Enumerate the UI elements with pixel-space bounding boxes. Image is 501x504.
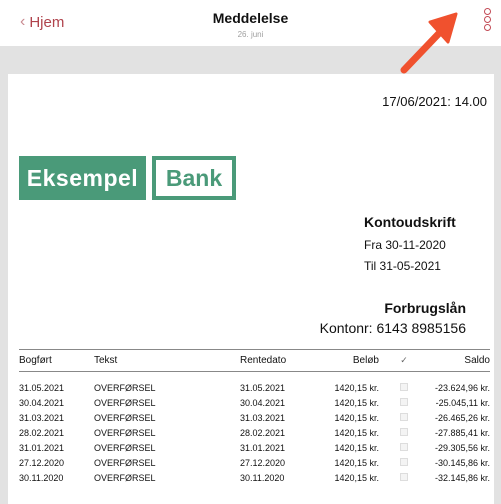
table-row: 28.02.2021 OVERFØRSEL 28.02.2021 1420,15 kr…	[19, 425, 490, 440]
cell-amount: 1420,15 kr.	[334, 442, 379, 453]
cell-check	[379, 425, 429, 440]
statement-document: 17/06/2021: 14.00 Eksempel Bank Kontouds…	[8, 74, 494, 504]
table-row: 30.04.2021 OVERFØRSEL 30.04.2021 1420,15 kr…	[19, 395, 490, 410]
cell-value-date: 31.01.2021	[240, 442, 286, 453]
cell-booked: 28.02.2021	[19, 427, 65, 438]
more-options-button[interactable]	[484, 8, 491, 31]
more-dot-icon	[484, 24, 491, 31]
cell-balance: -23.624,96 kr.	[434, 382, 490, 393]
cell-check	[379, 455, 429, 470]
cell-check	[379, 440, 429, 455]
logo-frame: Bank	[152, 156, 236, 200]
cell-amount: 1420,15 kr.	[334, 457, 379, 468]
account-number: Kontonr: 6143 8985156	[319, 320, 466, 336]
cell-booked: 31.01.2021	[19, 442, 65, 453]
cell-value-date: 30.04.2021	[240, 397, 286, 408]
cell-check	[379, 410, 429, 425]
red-arrow-icon	[400, 12, 458, 74]
cell-balance: -29.305,56 kr.	[434, 442, 490, 453]
cell-check	[379, 470, 429, 485]
cell-text: OVERFØRSEL	[94, 472, 156, 483]
period-to: Til 31-05-2021	[364, 259, 441, 273]
check-icon: ✓	[400, 355, 408, 365]
cell-check	[379, 395, 429, 410]
cell-value-date: 27.12.2020	[240, 457, 286, 468]
cell-balance: -27.885,41 kr.	[434, 427, 490, 438]
table-row: 31.01.2021 OVERFØRSEL 31.01.2021 1420,15 kr…	[19, 440, 490, 455]
cell-text: OVERFØRSEL	[94, 412, 156, 423]
row-checkbox[interactable]	[400, 427, 408, 436]
more-dot-icon	[484, 8, 491, 15]
cell-amount: 1420,15 kr.	[334, 427, 379, 438]
cell-text: OVERFØRSEL	[94, 427, 156, 438]
header-booked: Bogført	[19, 349, 94, 372]
cell-text: OVERFØRSEL	[94, 457, 156, 468]
cell-text: OVERFØRSEL	[94, 442, 156, 453]
cell-balance: -30.145,86 kr.	[434, 457, 490, 468]
cell-booked: 31.03.2021	[19, 412, 65, 423]
row-checkbox[interactable]	[400, 382, 408, 391]
header-amount: Beløb	[320, 349, 379, 372]
row-checkbox[interactable]	[400, 472, 408, 481]
period-from: Fra 30-11-2020	[364, 238, 446, 252]
cell-booked: 30.11.2020	[19, 472, 64, 483]
row-checkbox[interactable]	[400, 457, 408, 466]
logo-part-bank: Bank	[156, 160, 232, 196]
table-row: 27.12.2020 OVERFØRSEL 27.12.2020 1420,15 kr…	[19, 455, 490, 470]
table-row: 30.11.2020 OVERFØRSEL 30.11.2020 1420,15 kr…	[19, 470, 490, 485]
table-row: 31.05.2021 OVERFØRSEL 31.05.2021 1420,15 kr…	[19, 372, 490, 396]
row-checkbox[interactable]	[400, 442, 408, 451]
cell-amount: 1420,15 kr.	[334, 472, 379, 483]
cell-booked: 27.12.2020	[19, 457, 65, 468]
cell-value-date: 31.03.2021	[240, 412, 286, 423]
cell-value-date: 28.02.2021	[240, 427, 286, 438]
cell-amount: 1420,15 kr.	[334, 382, 379, 393]
cell-booked: 30.04.2021	[19, 397, 65, 408]
cell-booked: 31.05.2021	[19, 382, 65, 393]
cell-amount: 1420,15 kr.	[334, 397, 379, 408]
cell-check	[379, 372, 429, 396]
logo-part-eksempel: Eksempel	[19, 156, 146, 200]
cell-balance: -26.465,26 kr.	[434, 412, 490, 423]
cell-text: OVERFØRSEL	[94, 397, 156, 408]
header-text: Tekst	[94, 349, 240, 372]
statement-datetime: 17/06/2021: 14.00	[382, 94, 487, 109]
cell-balance: -32.145,86 kr.	[434, 472, 490, 483]
cell-amount: 1420,15 kr.	[334, 412, 379, 423]
cell-balance: -25.045,11 kr.	[435, 397, 490, 408]
more-dot-icon	[484, 16, 491, 23]
row-checkbox[interactable]	[400, 397, 408, 406]
statement-heading: Kontoudskrift	[364, 214, 456, 230]
table-row: 31.03.2021 OVERFØRSEL 31.03.2021 1420,15 kr…	[19, 410, 490, 425]
cell-value-date: 30.11.2020	[240, 472, 285, 483]
bank-logo: Eksempel Bank	[19, 156, 236, 200]
cell-text: OVERFØRSEL	[94, 382, 156, 393]
table-header-row: Bogført Tekst Rentedato Beløb ✓ Saldo	[19, 349, 490, 372]
cell-value-date: 31.05.2021	[240, 382, 286, 393]
header-value-date: Rentedato	[240, 349, 320, 372]
account-type: Forbrugslån	[384, 300, 466, 316]
header-balance: Saldo	[429, 349, 490, 372]
transactions-table: Bogført Tekst Rentedato Beløb ✓ Saldo 31…	[19, 349, 490, 485]
header-check: ✓	[379, 349, 429, 372]
row-checkbox[interactable]	[400, 412, 408, 421]
